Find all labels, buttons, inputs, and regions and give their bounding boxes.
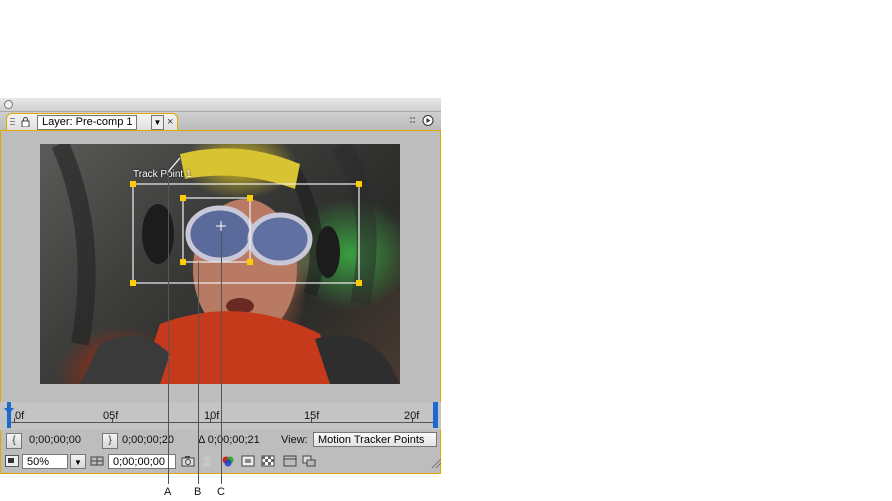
safe-margins-icon[interactable] <box>283 455 297 467</box>
region-of-interest-icon[interactable] <box>241 455 255 467</box>
current-time-field[interactable]: 0;00;00;00 <box>108 454 176 469</box>
track-point-label: Track Point 1 <box>133 169 192 180</box>
grip-icon[interactable] <box>10 118 15 127</box>
panel-menu-icon[interactable] <box>409 114 435 127</box>
tick-label: 05f <box>103 410 119 422</box>
current-time-indicator-icon[interactable] <box>4 402 14 428</box>
layer-title-field[interactable]: Layer: Pre-comp 1 <box>37 115 138 130</box>
panel-titlebar <box>0 98 441 112</box>
callout-label-a: A <box>164 486 172 498</box>
lock-icon[interactable] <box>21 117 30 127</box>
layer-dropdown-button[interactable]: ▼ <box>151 115 164 130</box>
view-select[interactable]: Motion Tracker Points <box>313 432 437 447</box>
channels-icon[interactable] <box>221 455 235 467</box>
camera-icon[interactable] <box>181 455 195 467</box>
resize-grip-icon[interactable] <box>428 457 442 469</box>
always-preview-icon[interactable] <box>5 455 19 467</box>
video-content <box>51 144 400 384</box>
set-out-point-button[interactable]: } <box>102 433 118 449</box>
set-in-point-button[interactable]: { <box>6 433 22 449</box>
duration-time: Δ 0;00;00;21 <box>198 434 260 446</box>
zoom-dropdown-button[interactable]: ▼ <box>70 454 86 469</box>
resolution-grid-icon[interactable] <box>90 455 104 467</box>
callout-label-b: B <box>194 486 202 498</box>
tab-strip: Layer: Pre-comp 1 ▼ × <box>0 112 441 131</box>
callout-line-c <box>221 231 222 484</box>
close-circle-icon[interactable] <box>4 100 13 109</box>
callout-label-c: C <box>217 486 225 498</box>
close-tab-icon[interactable]: × <box>167 115 173 129</box>
callout-line-a <box>168 172 169 484</box>
tick-label: 15f <box>304 410 320 422</box>
3d-view-icon[interactable] <box>302 455 316 467</box>
view-label: View: <box>281 434 308 446</box>
tick-label: 0f <box>15 410 25 422</box>
show-snapshot-icon[interactable] <box>200 455 214 467</box>
tick-label: 10f <box>204 410 220 422</box>
layer-viewer-frame[interactable] <box>40 144 400 384</box>
out-point-time: 0;00;00;20 <box>122 434 174 446</box>
tab-layer-pre-comp[interactable]: Layer: Pre-comp 1 ▼ × <box>6 113 178 131</box>
zoom-select[interactable]: 50% <box>22 454 68 469</box>
work-area-end-icon[interactable] <box>431 402 439 428</box>
in-point-time: 0;00;00;00 <box>29 434 81 446</box>
callout-line-b <box>198 262 199 484</box>
tick-label: 20f <box>404 410 420 422</box>
transparency-grid-icon[interactable] <box>261 455 275 467</box>
